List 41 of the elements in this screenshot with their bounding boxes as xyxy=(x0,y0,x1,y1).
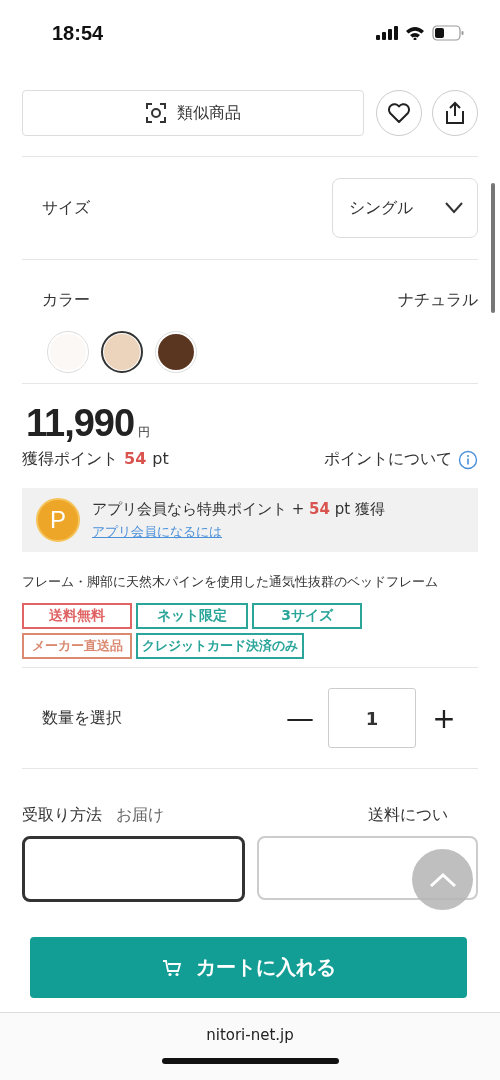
heart-icon xyxy=(387,102,411,124)
price-amount: 11,990 xyxy=(26,402,135,445)
info-icon xyxy=(458,449,478,470)
similar-items-button[interactable]: 類似商品 xyxy=(22,90,364,136)
price-unit: 円 xyxy=(138,424,151,441)
product-description: フレーム・脚部に天然木パインを使用した通気性抜群のベッドフレーム xyxy=(22,573,439,591)
quantity-label: 数量を選択 xyxy=(42,707,122,729)
product-tag: 送料無料 xyxy=(22,603,132,629)
battery-icon xyxy=(432,25,464,41)
product-tag: メーカー直送品 xyxy=(22,633,132,659)
decrease-button[interactable]: — xyxy=(284,701,316,735)
quantity-field[interactable]: 1 xyxy=(328,688,416,748)
product-tag: クレジットカード決済のみ xyxy=(136,633,304,659)
points-label: 獲得ポイント xyxy=(22,449,118,470)
signal-icon xyxy=(376,26,398,40)
cart-icon xyxy=(161,958,182,977)
increase-button[interactable]: + xyxy=(428,701,460,735)
delivery-label: 受取り方法 xyxy=(22,805,102,826)
promo-text: アプリ会員なら特典ポイント + 54 pt 獲得 xyxy=(92,499,385,519)
size-label: サイズ xyxy=(42,197,90,219)
chevron-up-icon xyxy=(428,871,457,888)
share-icon xyxy=(444,101,466,125)
delivery-method: お届け xyxy=(116,805,164,826)
points-value: 54 xyxy=(124,449,147,470)
status-time: 18:54 xyxy=(52,21,104,45)
camera-scan-icon xyxy=(145,102,167,124)
product-tag: 3サイズ xyxy=(252,603,362,629)
url-text: nitori-net.jp xyxy=(206,1026,294,1044)
selected-color-name: ナチュラル xyxy=(398,290,478,311)
favorite-button[interactable] xyxy=(376,90,422,136)
shipping-info-link[interactable]: 送料につい xyxy=(368,805,448,826)
chevron-down-icon xyxy=(445,202,463,214)
share-button[interactable] xyxy=(432,90,478,136)
color-label: カラー xyxy=(42,290,90,311)
points-badge: P xyxy=(36,498,80,542)
wifi-icon xyxy=(405,26,425,40)
points-unit: pt xyxy=(152,449,169,470)
delivery-option-card[interactable] xyxy=(22,836,245,902)
size-dropdown[interactable]: シングル xyxy=(332,178,478,238)
product-tag: ネット限定 xyxy=(136,603,248,629)
points-info-link[interactable]: ポイントについて xyxy=(324,449,478,470)
